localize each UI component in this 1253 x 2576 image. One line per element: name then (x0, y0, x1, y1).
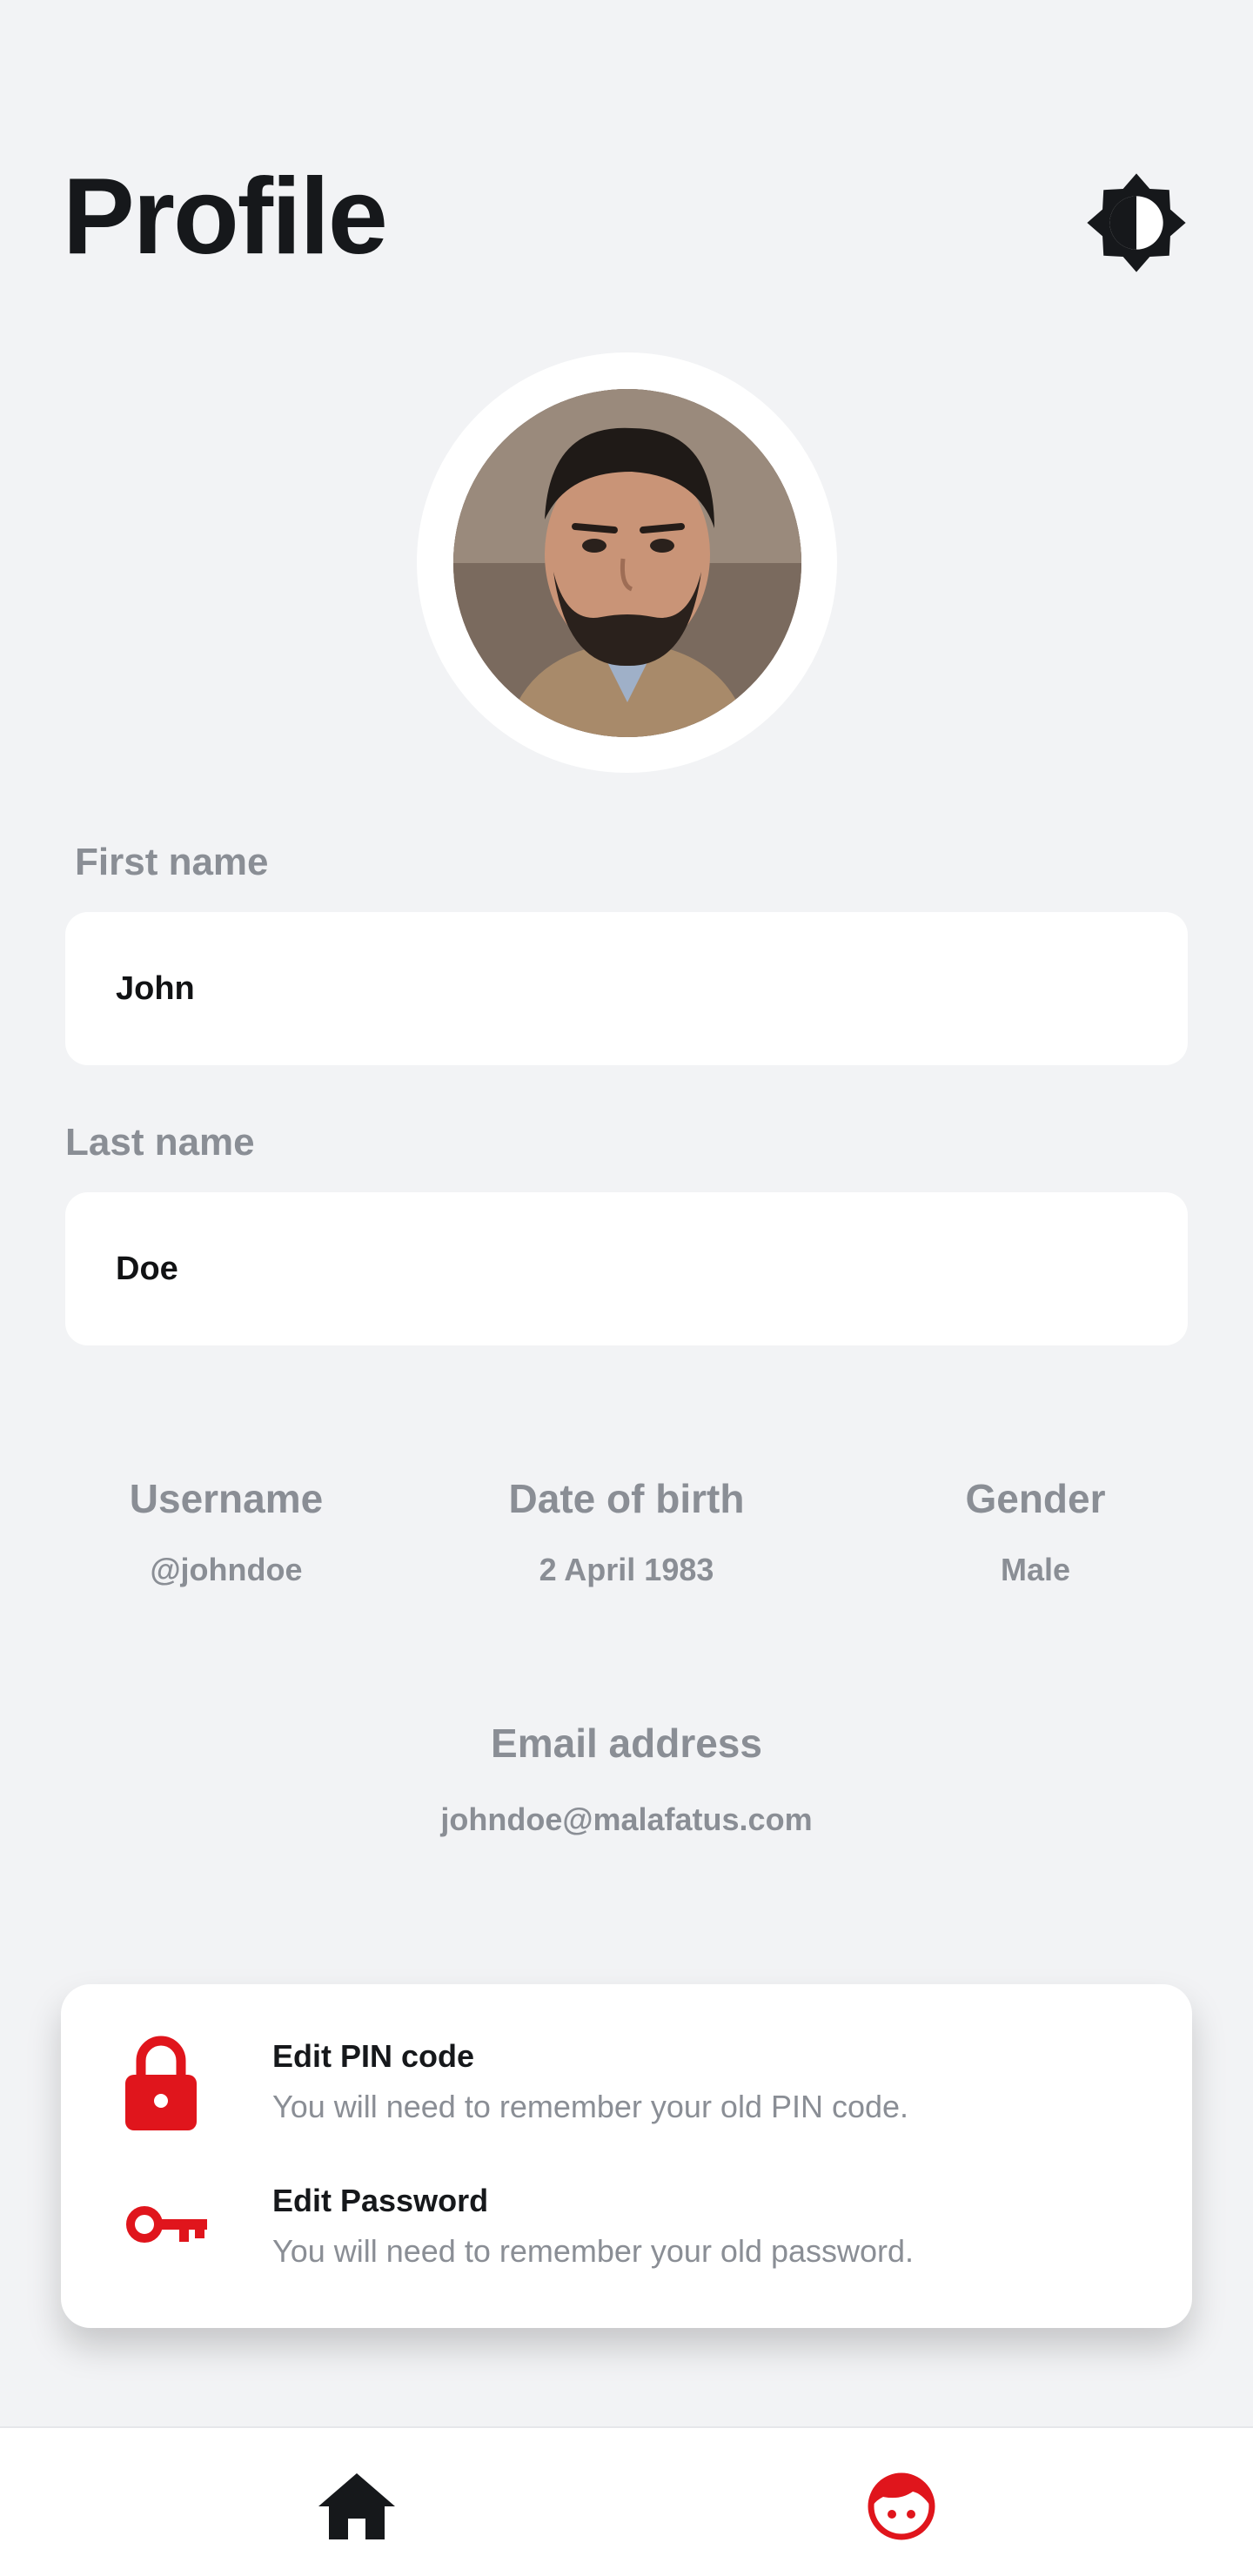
date-of-birth-info: Date of birth 2 April 1983 (452, 1475, 801, 1588)
nav-home-button[interactable] (313, 2463, 400, 2550)
edit-pin-row[interactable]: Edit PIN code You will need to remember … (61, 2028, 1192, 2158)
username-value: @johndoe (150, 1552, 303, 1587)
first-name-label: First name (75, 841, 269, 883)
page-title: Profile (63, 157, 388, 277)
email-info: Email address johndoe@malafatus.com (365, 1720, 888, 1838)
avatar-frame[interactable] (417, 352, 837, 773)
brightness-contrast-icon (1087, 173, 1186, 272)
edit-password-row[interactable]: Edit Password You will need to remember … (61, 2172, 1192, 2303)
theme-toggle-button[interactable] (1085, 171, 1188, 274)
lock-icon (125, 2036, 197, 2130)
email-label: Email address (491, 1721, 762, 1766)
date-of-birth-value: 2 April 1983 (539, 1552, 714, 1587)
security-card: Edit PIN code You will need to remember … (61, 1984, 1192, 2328)
avatar (452, 388, 801, 737)
edit-pin-title: Edit PIN code (272, 2038, 475, 2074)
gender-label: Gender (965, 1476, 1106, 1521)
edit-pin-subtitle: You will need to remember your old PIN c… (272, 2089, 909, 2124)
last-name-label: Last name (65, 1121, 255, 1164)
nav-profile-button[interactable] (858, 2463, 945, 2550)
home-icon (318, 2473, 395, 2539)
gender-value: Male (1000, 1552, 1071, 1587)
profile-screen: Profile First name John Last name Doe Us… (0, 0, 1253, 2576)
avatar-illustration (452, 388, 801, 737)
edit-password-title: Edit Password (272, 2183, 489, 2218)
first-name-field[interactable]: John (65, 912, 1188, 1065)
last-name-field[interactable]: Doe (65, 1192, 1188, 1345)
first-name-value: John (116, 969, 195, 1007)
username-info: Username @johndoe (96, 1475, 357, 1588)
email-value: johndoe@malafatus.com (440, 1801, 813, 1837)
username-label: Username (129, 1476, 324, 1521)
profile-face-icon (868, 2472, 935, 2540)
key-icon (126, 2206, 207, 2243)
gender-info: Gender Male (905, 1475, 1166, 1588)
date-of-birth-label: Date of birth (508, 1476, 745, 1521)
last-name-value: Doe (116, 1250, 178, 1287)
bottom-navigation (0, 2426, 1253, 2576)
edit-password-subtitle: You will need to remember your old passw… (272, 2233, 915, 2269)
